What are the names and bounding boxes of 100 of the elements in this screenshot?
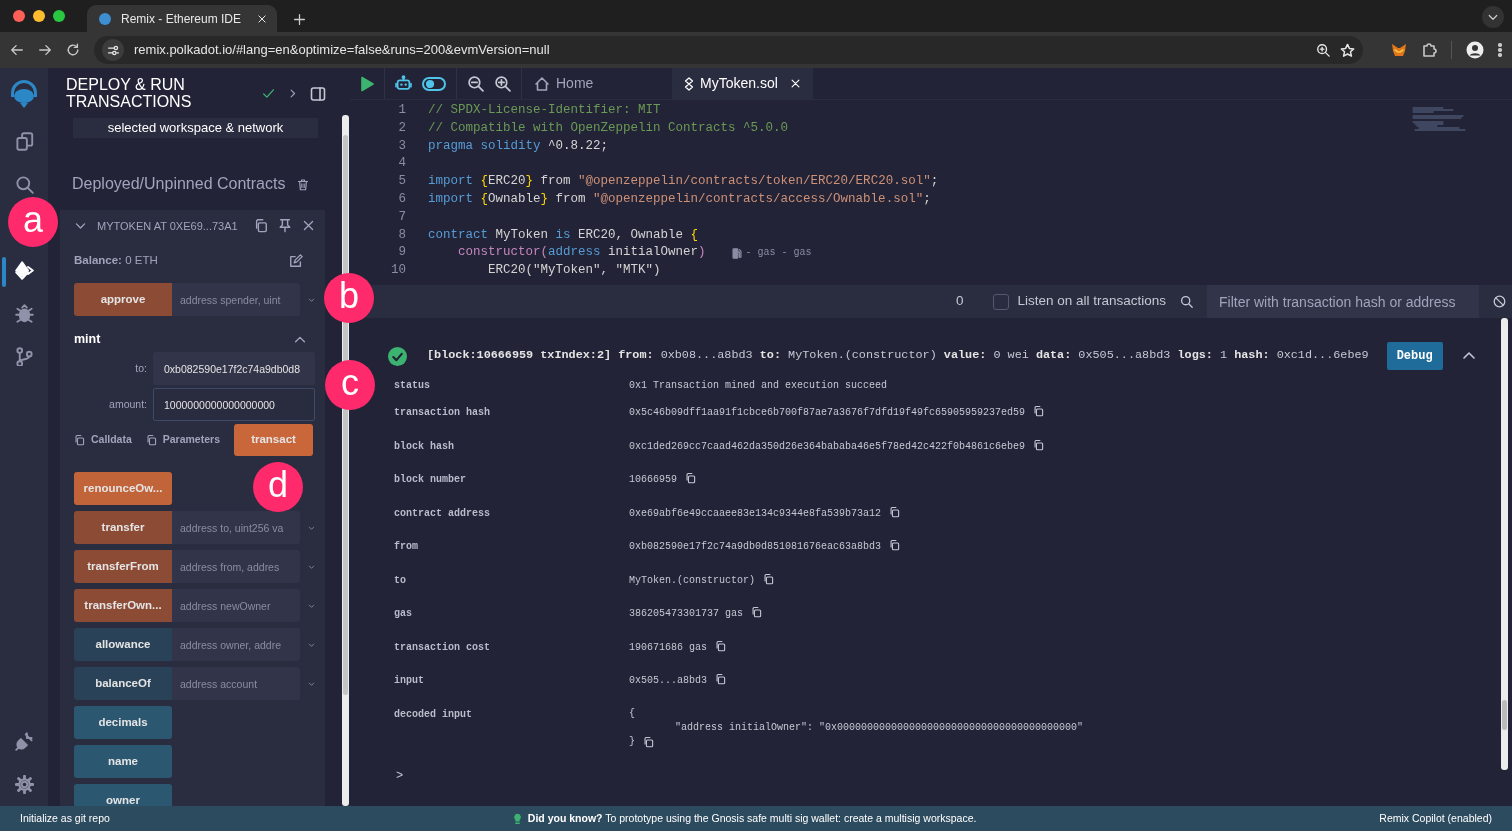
detail-value: 0x1 Transaction mined and execution succeed xyxy=(629,379,888,393)
filter-field[interactable]: Filter with transaction hash or address xyxy=(1207,285,1479,318)
reload-icon[interactable] xyxy=(66,43,80,57)
copy-link[interactable]: Calldata xyxy=(90,432,132,448)
git-branch-icon[interactable] xyxy=(14,347,34,366)
copy-icon[interactable] xyxy=(145,434,157,446)
listen-checkbox[interactable] xyxy=(993,293,1010,310)
copy-icon[interactable] xyxy=(889,539,901,551)
maximize-window-button[interactable] xyxy=(53,10,65,22)
edit-icon[interactable] xyxy=(289,253,303,268)
close-icon[interactable] xyxy=(302,219,315,233)
function-button[interactable]: renounceOw... xyxy=(74,472,172,505)
scrollbar[interactable] xyxy=(1500,318,1508,770)
fox-icon[interactable] xyxy=(1391,42,1407,58)
function-button[interactable]: approve xyxy=(74,283,172,317)
browser-tab[interactable]: Remix - Ethereum IDE xyxy=(87,5,277,32)
zoom-in-icon[interactable] xyxy=(494,75,511,92)
function-args-field[interactable]: address to, uint256 va xyxy=(172,511,300,544)
menu-icon[interactable] xyxy=(1498,42,1502,58)
forward-icon[interactable] xyxy=(38,43,52,57)
gear-icon[interactable] xyxy=(14,775,34,794)
search-icon[interactable] xyxy=(14,175,34,194)
editor-tab[interactable]: MyToken.sol xyxy=(672,68,813,99)
copy-icon[interactable] xyxy=(1033,405,1045,417)
detail-key: gas xyxy=(388,606,629,640)
line-number: 4 xyxy=(397,155,406,173)
editor-tab[interactable]: Home xyxy=(522,68,672,99)
listen-label[interactable]: Listen on all transactions xyxy=(1017,291,1166,312)
pin-icon[interactable] xyxy=(278,218,292,234)
panel-toggle-icon[interactable] xyxy=(310,85,326,102)
success-icon xyxy=(388,346,407,366)
close-window-button[interactable] xyxy=(13,10,25,22)
function-args-field[interactable]: address owner, addre xyxy=(172,628,300,661)
debug-button[interactable]: Debug xyxy=(1386,342,1443,370)
line-number: 7 xyxy=(397,208,406,226)
close-icon[interactable] xyxy=(257,13,267,24)
puzzle-icon[interactable] xyxy=(1421,42,1437,58)
function-args-field[interactable]: address newOwner xyxy=(172,589,300,622)
function-args-field[interactable]: address account xyxy=(172,667,300,700)
zoom-icon[interactable] xyxy=(1316,43,1330,57)
function-button[interactable]: allowance xyxy=(74,628,172,661)
profile-icon[interactable] xyxy=(1466,41,1484,59)
copy-icon[interactable] xyxy=(643,735,654,748)
line-number: 8 xyxy=(397,226,406,244)
detail-key: from xyxy=(388,539,629,573)
function-args-field[interactable]: address spender, uint xyxy=(172,283,300,317)
copy-link[interactable]: Parameters xyxy=(162,432,220,448)
workspace-note: selected workspace & network xyxy=(73,118,318,138)
function-button[interactable]: transferOwn... xyxy=(74,589,172,622)
copy-icon[interactable] xyxy=(763,572,775,585)
transaction-summary[interactable]: [block:10666959 txIndex:2] from: 0xb08...a8bd3 to: MyToken.(constructor) value: 0 wei data: 0x505...a8bd3 logs: 1 hash: 0xc1d...6ebe9 xyxy=(427,347,1369,365)
robot-icon[interactable] xyxy=(395,75,412,92)
check-icon xyxy=(262,87,275,101)
line-number: 2 xyxy=(397,119,406,137)
git-init-link[interactable]: Initialize as git repo xyxy=(20,810,110,827)
clear-icon[interactable] xyxy=(1493,295,1506,308)
site-settings-icon[interactable] xyxy=(106,43,120,57)
function-button[interactable]: owner xyxy=(74,784,172,806)
function-button[interactable]: decimals xyxy=(74,706,172,739)
minimize-window-button[interactable] xyxy=(33,10,45,22)
copy-icon[interactable] xyxy=(1033,438,1045,451)
bug-icon[interactable] xyxy=(14,304,34,323)
copy-icon[interactable] xyxy=(74,434,85,446)
function-button[interactable]: balanceOf xyxy=(74,667,172,700)
function-button[interactable]: name xyxy=(74,745,172,778)
line-number: 3 xyxy=(397,137,406,155)
param-label: amount: xyxy=(109,396,147,412)
copy-icon[interactable] xyxy=(751,606,763,618)
file-icon xyxy=(684,76,694,91)
plug-icon[interactable] xyxy=(14,732,34,751)
run-icon[interactable] xyxy=(360,75,374,92)
detail-value: 10666959 xyxy=(629,473,677,487)
search-icon[interactable] xyxy=(1180,295,1193,308)
new-tab-icon[interactable] xyxy=(293,12,306,26)
files-icon[interactable] xyxy=(14,132,34,151)
copy-icon[interactable] xyxy=(685,472,696,484)
zoom-out-icon[interactable] xyxy=(467,75,484,92)
copy-icon[interactable] xyxy=(715,639,726,652)
param-input[interactable]: 0xb082590e17f2c74a9db0d8 xyxy=(153,352,315,385)
home-icon xyxy=(534,75,550,92)
toggle-icon[interactable] xyxy=(422,75,446,92)
trash-icon[interactable] xyxy=(296,177,309,191)
detail-value: 0x505...a8bd3 xyxy=(629,674,707,688)
function-button[interactable]: transferFrom xyxy=(74,550,172,583)
copilot-status[interactable]: Remix Copilot (enabled) xyxy=(1379,810,1492,827)
line-number: 10 xyxy=(390,262,406,280)
detail-key: block number xyxy=(388,472,629,506)
line-number: 6 xyxy=(397,191,406,208)
copy-icon[interactable] xyxy=(715,673,726,685)
copy-icon[interactable] xyxy=(254,218,268,234)
function-args-field[interactable]: address from, addres xyxy=(172,550,300,583)
param-input[interactable]: 1000000000000000000 xyxy=(153,388,315,421)
copy-icon[interactable] xyxy=(889,505,901,518)
function-button[interactable]: transfer xyxy=(74,511,172,544)
bookmark-star-icon[interactable] xyxy=(1340,42,1355,58)
close-icon[interactable] xyxy=(789,78,801,89)
deploy-icon[interactable] xyxy=(14,261,34,280)
terminal-prompt[interactable]: > xyxy=(396,766,1496,785)
back-icon[interactable] xyxy=(10,43,24,57)
detail-key: contract address xyxy=(388,505,629,539)
